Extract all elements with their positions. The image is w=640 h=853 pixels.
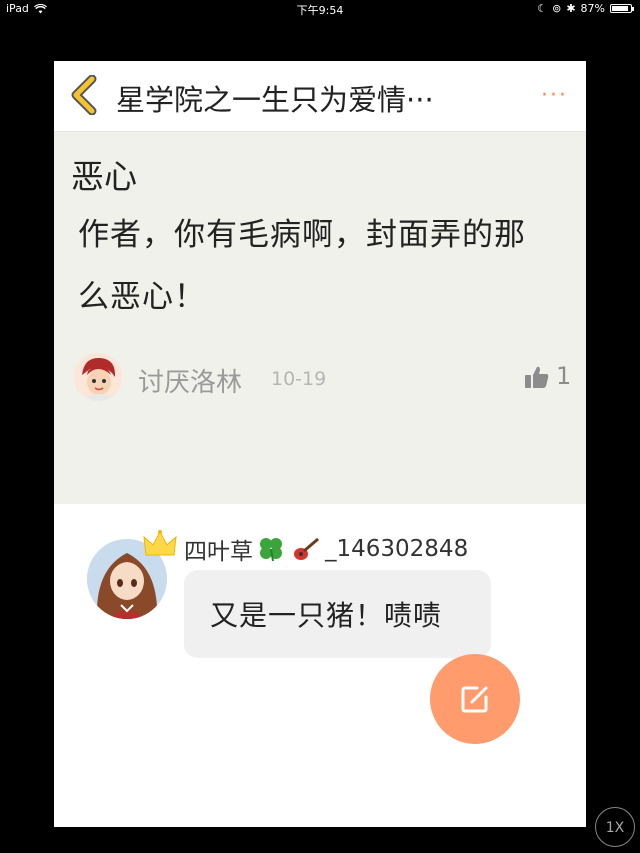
battery-icon <box>610 4 634 13</box>
bluetooth-icon: ✱ <box>566 2 576 15</box>
status-bar: iPad 下午9:54 ☾ ⊚ ✱ 87% <box>0 0 640 18</box>
crown-icon <box>143 530 177 556</box>
edit-icon <box>461 686 488 713</box>
page-title: 星学院之一生只为爱情··· <box>116 77 434 119</box>
back-button[interactable] <box>66 74 106 116</box>
reply-bubble: 又是一只猪！啧啧 <box>184 570 491 658</box>
zoom-button[interactable]: 1X <box>595 807 635 847</box>
post-card: 恶心 作者，你有毛病啊，封面弄的那么恶心！ 讨厌洛林 10-19 1 <box>54 132 586 504</box>
app-window: 星学院之一生只为爱情··· ··· 恶心 作者，你有毛病啊，封面弄的那么恶心！ … <box>54 61 586 827</box>
reply-author[interactable]: 四叶草 _146302848 <box>184 532 468 566</box>
nav-header: 星学院之一生只为爱情··· ··· <box>54 61 586 132</box>
battery-fill <box>612 6 628 11</box>
author-avatar[interactable] <box>74 353 122 401</box>
reply-item: 四叶草 _146302848 又是一只猪！啧啧 <box>54 504 586 827</box>
moon-icon: ☾ <box>537 2 548 15</box>
compose-button[interactable] <box>430 654 520 744</box>
post-title: 恶心 <box>71 157 137 196</box>
rotation-lock-icon: ⊚ <box>552 2 562 15</box>
cartoon-girl-icon <box>74 353 122 401</box>
thumbs-up-icon[interactable] <box>524 365 550 389</box>
battery-percent: 87% <box>580 2 605 15</box>
post-body: 作者，你有毛病啊，封面弄的那么恶心！ <box>78 217 526 315</box>
clover-icon <box>260 538 282 562</box>
post-date: 10-19 <box>271 368 327 390</box>
like-count: 1 <box>556 362 572 390</box>
chevron-left-icon <box>71 74 97 116</box>
page-title-text: 星学院之一生只为爱情 <box>116 83 407 117</box>
page-title-ellipsis: ··· <box>406 83 434 117</box>
reply-author-prefix: 四叶草 <box>184 539 253 565</box>
guitar-icon <box>294 537 319 560</box>
reply-text: 又是一只猪！啧啧 <box>210 599 443 632</box>
more-button[interactable]: ··· <box>541 83 568 108</box>
reply-author-suffix: _146302848 <box>325 536 469 562</box>
author-name[interactable]: 讨厌洛林 <box>138 362 242 399</box>
